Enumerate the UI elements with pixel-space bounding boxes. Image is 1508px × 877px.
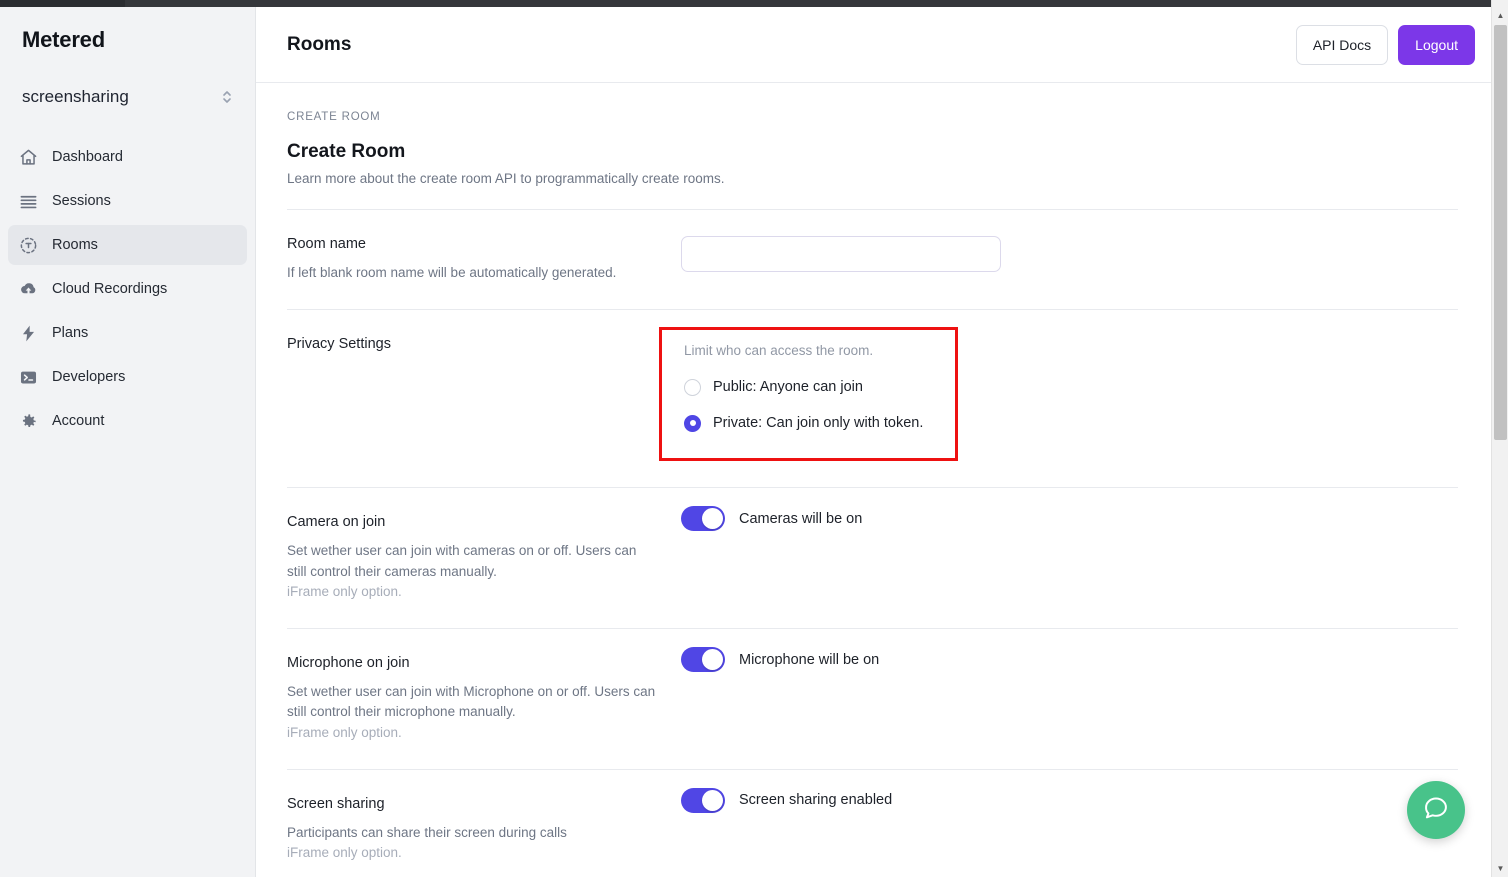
camera-toggle-label: Cameras will be on xyxy=(739,510,863,527)
scrollbar-thumb[interactable] xyxy=(1494,25,1507,440)
main-content: Rooms API Docs Logout CREATE ROOM Create… xyxy=(256,7,1508,877)
sidebar-item-sessions[interactable]: Sessions xyxy=(8,181,247,221)
section-title: Create Room xyxy=(287,141,406,162)
toggle-knob xyxy=(702,649,723,670)
gear-icon xyxy=(18,411,38,431)
sidebar-item-account[interactable]: Account xyxy=(8,401,247,441)
row-screen-sharing-left: Screen sharing Participants can share th… xyxy=(287,796,681,864)
chat-bubble-icon xyxy=(1422,794,1450,827)
sidebar-item-plans[interactable]: Plans xyxy=(8,313,247,353)
microphone-toggle-group: Microphone will be on xyxy=(681,647,1458,672)
privacy-options-highlight-box: Limit who can access the room. Public: A… xyxy=(659,327,958,462)
camera-on-join-label: Camera on join xyxy=(287,514,386,531)
sidebar-nav: Dashboard Sessions Rooms Cloud Recording… xyxy=(0,137,255,441)
privacy-option-public[interactable]: Public: Anyone can join xyxy=(684,372,939,402)
microphone-on-join-toggle[interactable] xyxy=(681,647,725,672)
row-camera-right: Cameras will be on xyxy=(681,506,1458,602)
screen-sharing-toggle-group: Screen sharing enabled xyxy=(681,787,1458,813)
row-camera-on-join: Camera on join Set wether user can join … xyxy=(287,488,1458,629)
brand-logo: Metered xyxy=(22,27,105,52)
rooms-icon xyxy=(18,235,38,255)
vertical-scrollbar[interactable]: ▲ ▼ xyxy=(1491,0,1508,877)
row-microphone-left: Microphone on join Set wether user can j… xyxy=(287,655,681,743)
support-beacon-button[interactable] xyxy=(1407,781,1465,839)
camera-on-join-description: Set wether user can join with cameras on… xyxy=(287,543,637,579)
toggle-knob xyxy=(702,508,723,530)
home-icon xyxy=(18,147,38,167)
page-header: Rooms API Docs Logout xyxy=(256,7,1508,83)
terminal-icon xyxy=(18,367,38,387)
sidebar: Metered screensharing Dashboard Sessions… xyxy=(0,7,256,877)
sidebar-item-dashboard[interactable]: Dashboard xyxy=(8,137,247,177)
row-microphone-on-join: Microphone on join Set wether user can j… xyxy=(287,629,1458,770)
camera-on-join-toggle[interactable] xyxy=(681,506,725,532)
chevron-updown-icon xyxy=(221,88,233,106)
camera-on-join-note: iFrame only option. xyxy=(287,583,402,599)
workspace-name: screensharing xyxy=(22,87,129,106)
privacy-hint: Limit who can access the room. xyxy=(684,343,874,359)
microphone-toggle-label: Microphone will be on xyxy=(739,651,880,668)
privacy-settings-label: Privacy Settings xyxy=(287,336,391,353)
browser-tab-strip xyxy=(125,0,1508,7)
sidebar-item-cloud-recordings[interactable]: Cloud Recordings xyxy=(8,269,247,309)
row-privacy-left: Privacy Settings xyxy=(287,336,681,461)
page-title: Rooms xyxy=(287,33,352,55)
sidebar-item-label: Account xyxy=(52,413,105,429)
radio-private-label: Private: Can join only with token. xyxy=(713,415,924,432)
workspace-switcher[interactable]: screensharing xyxy=(14,79,241,115)
sidebar-item-developers[interactable]: Developers xyxy=(8,357,247,397)
app-shell: Metered screensharing Dashboard Sessions… xyxy=(0,7,1508,877)
breadcrumb: CREATE ROOM xyxy=(287,111,381,123)
api-docs-button[interactable]: API Docs xyxy=(1295,24,1389,65)
room-name-label: Room name xyxy=(287,236,366,252)
header-actions: API Docs Logout xyxy=(1295,24,1491,65)
screen-sharing-toggle[interactable] xyxy=(681,787,725,813)
sidebar-item-label: Developers xyxy=(52,369,126,385)
browser-chrome-bar xyxy=(0,0,1508,7)
sidebar-item-rooms[interactable]: Rooms xyxy=(8,225,247,265)
row-room-name-left: Room name If left blank room name will b… xyxy=(287,236,681,283)
section-subtitle: Learn more about the create room API to … xyxy=(287,171,1458,210)
row-camera-left: Camera on join Set wether user can join … xyxy=(287,514,681,602)
sidebar-item-label: Dashboard xyxy=(52,149,123,165)
screen-sharing-label: Screen sharing xyxy=(287,795,385,812)
logout-button[interactable]: Logout xyxy=(1398,24,1475,65)
row-privacy-settings: Privacy Settings Limit who can access th… xyxy=(287,310,1458,489)
screen-sharing-note: iFrame only option. xyxy=(287,845,402,860)
sidebar-item-label: Plans xyxy=(52,325,89,341)
row-screen-sharing-right: Screen sharing enabled xyxy=(681,787,1458,864)
row-privacy-right: Limit who can access the room. Public: A… xyxy=(659,327,1458,462)
screen-sharing-description: Participants can share their screen duri… xyxy=(287,824,567,840)
room-name-input[interactable] xyxy=(681,236,1001,272)
microphone-on-join-description: Set wether user can join with Microphone… xyxy=(287,684,656,720)
scroll-up-arrow-icon[interactable]: ▲ xyxy=(1492,7,1508,24)
toggle-knob xyxy=(702,789,723,811)
radio-private[interactable] xyxy=(684,414,701,432)
microphone-on-join-label: Microphone on join xyxy=(287,655,410,671)
row-microphone-right: Microphone will be on xyxy=(681,647,1458,743)
privacy-option-private[interactable]: Private: Can join only with token. xyxy=(684,408,939,438)
camera-toggle-group: Cameras will be on xyxy=(681,506,1458,532)
screen-sharing-toggle-label: Screen sharing enabled xyxy=(739,792,893,809)
row-screen-sharing: Screen sharing Participants can share th… xyxy=(287,770,1458,877)
lightning-bolt-icon xyxy=(18,323,38,343)
radio-public-label: Public: Anyone can join xyxy=(713,379,863,396)
scroll-down-arrow-icon[interactable]: ▼ xyxy=(1492,860,1508,877)
sidebar-item-label: Rooms xyxy=(52,237,98,253)
list-icon xyxy=(18,191,38,211)
radio-public[interactable] xyxy=(684,378,701,396)
sidebar-item-label: Sessions xyxy=(52,193,111,209)
room-name-description: If left blank room name will be automati… xyxy=(287,265,617,280)
row-room-name-right xyxy=(681,236,1458,283)
sidebar-item-label: Cloud Recordings xyxy=(52,281,168,297)
cloud-upload-icon xyxy=(18,279,38,299)
microphone-on-join-note: iFrame only option. xyxy=(287,724,402,740)
row-room-name: Room name If left blank room name will b… xyxy=(287,210,1458,311)
create-room-panel: CREATE ROOM Create Room Learn more about… xyxy=(256,83,1508,877)
